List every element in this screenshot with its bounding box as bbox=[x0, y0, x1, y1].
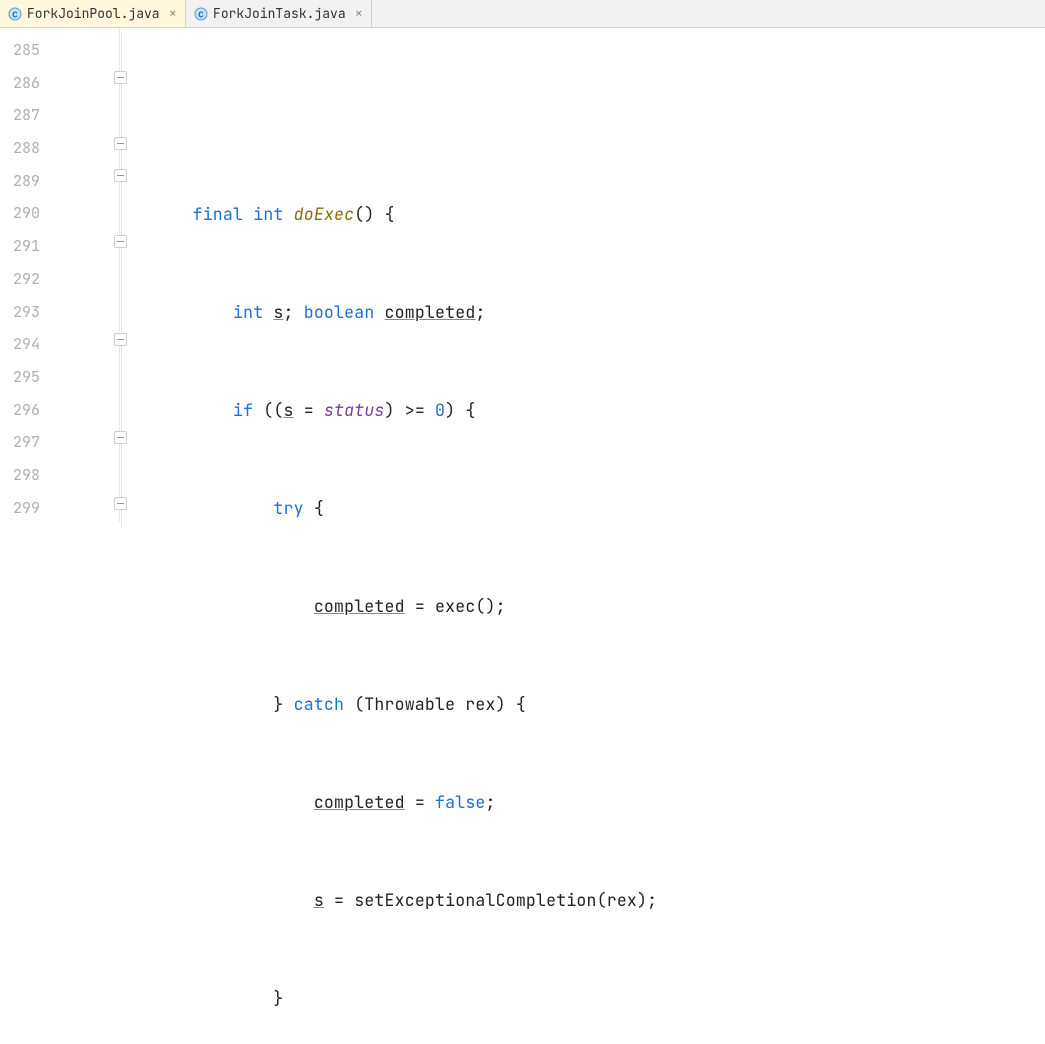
svg-text:C: C bbox=[12, 10, 18, 20]
fold-column bbox=[58, 28, 120, 522]
tab-label: ForkJoinTask.java bbox=[213, 5, 346, 22]
svg-text:C: C bbox=[198, 10, 204, 20]
code-line: } bbox=[120, 982, 1045, 1015]
tab-bar: C ForkJoinPool.java × C ForkJoinTask.jav… bbox=[0, 0, 1045, 28]
code-line: try { bbox=[120, 492, 1045, 525]
code-line: } catch (Throwable rex) { bbox=[120, 688, 1045, 721]
java-class-icon: C bbox=[8, 7, 22, 21]
close-icon[interactable]: × bbox=[355, 5, 363, 23]
code-line: int s; boolean completed; bbox=[120, 296, 1045, 329]
code-line: if ((s = status) >= 0) { bbox=[120, 394, 1045, 427]
code-content[interactable]: final int doExec() { int s; boolean comp… bbox=[120, 28, 1045, 522]
tab-forkjointask[interactable]: C ForkJoinTask.java × bbox=[186, 0, 372, 27]
code-line: completed = false; bbox=[120, 786, 1045, 819]
tab-label: ForkJoinPool.java bbox=[27, 5, 160, 22]
code-line: final int doExec() { bbox=[120, 198, 1045, 231]
editor-area[interactable]: 285 286 287 288 289 290 291 292 293 294 … bbox=[0, 28, 1045, 522]
line-number-gutter: 285 286 287 288 289 290 291 292 293 294 … bbox=[0, 28, 58, 522]
tab-forkjoinpool[interactable]: C ForkJoinPool.java × bbox=[0, 0, 186, 27]
code-line: completed = exec(); bbox=[120, 590, 1045, 623]
code-line bbox=[120, 99, 1045, 132]
java-class-icon: C bbox=[194, 7, 208, 21]
close-icon[interactable]: × bbox=[169, 5, 177, 23]
code-line: s = setExceptionalCompletion(rex); bbox=[120, 884, 1045, 917]
